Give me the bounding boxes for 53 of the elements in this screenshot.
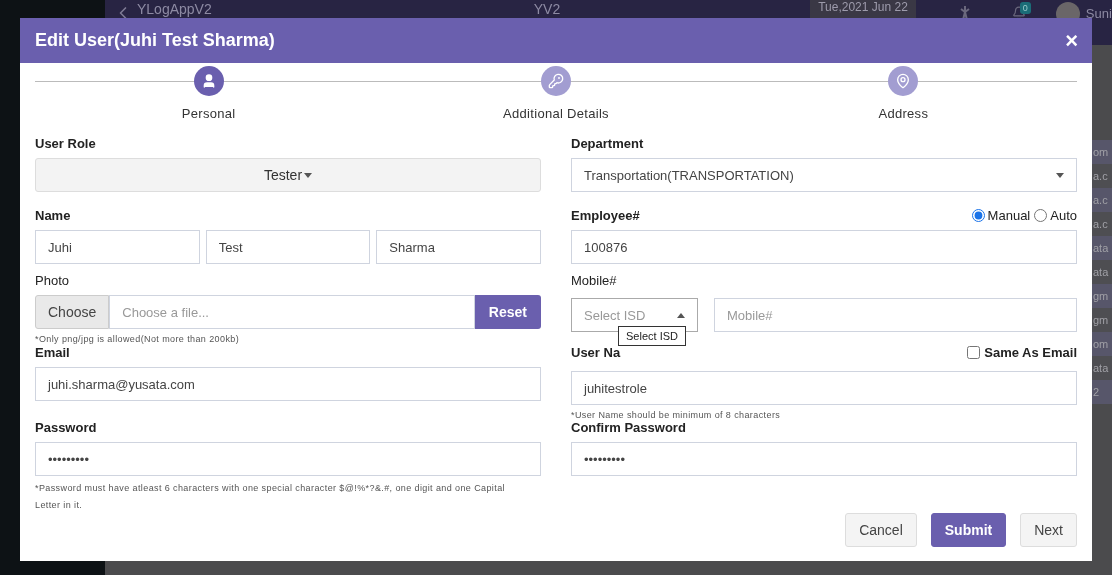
field-label: Employee# bbox=[571, 208, 640, 223]
submit-button[interactable]: Submit bbox=[930, 513, 1007, 547]
password-field[interactable]: ••••••••• bbox=[35, 442, 541, 476]
checkbox-label: Same As Email bbox=[984, 345, 1077, 360]
reset-button[interactable]: Reset bbox=[474, 295, 541, 329]
table-cell: gm bbox=[1092, 284, 1112, 308]
password-hint: *Password must have atleast 6 characters with one special character $@!%*?&.#, one digit and one Capital Letter in it. bbox=[35, 482, 506, 512]
page-title: YV2 bbox=[533, 1, 561, 17]
radio-label: Auto bbox=[1050, 208, 1077, 223]
table-cell: ata bbox=[1092, 236, 1112, 260]
user-name[interactable]: Suni bbox=[1085, 6, 1112, 22]
table-cell: om bbox=[1092, 332, 1112, 356]
table-cell: 2 bbox=[1092, 380, 1112, 404]
dialog-title: Edit User(Juhi Test Sharma) bbox=[35, 30, 275, 51]
table-cell: a.c bbox=[1092, 212, 1112, 236]
tooltip: Select ISD bbox=[618, 326, 686, 346]
table-cell: gm bbox=[1092, 308, 1112, 332]
date-text: Tue,2021 Jun 22 bbox=[818, 0, 908, 14]
table-cell: ata bbox=[1092, 260, 1112, 284]
step-label: Personal bbox=[181, 106, 236, 121]
field-label: Department bbox=[571, 136, 644, 151]
field-label: User Role bbox=[35, 136, 96, 151]
middle-name-field[interactable]: Test bbox=[205, 230, 371, 264]
first-name-field[interactable]: Juhi bbox=[35, 230, 200, 264]
confirm-password-field[interactable]: ••••••••• bbox=[571, 442, 1077, 476]
app-name: YLogAppV2 bbox=[137, 1, 212, 17]
photo-hint: *Only png/jpg is allowed(Not more than 200kb) bbox=[35, 333, 241, 346]
user-name-field[interactable]: juhitestrole bbox=[571, 371, 1077, 405]
email-field[interactable]: juhi.sharma@yusata.com bbox=[35, 367, 541, 401]
field-label: Password bbox=[35, 420, 97, 435]
step-label: Address bbox=[878, 106, 929, 121]
table-cell: om bbox=[1092, 140, 1112, 164]
action-button[interactable]: Next bbox=[1020, 513, 1077, 547]
field-label: Photo bbox=[35, 273, 69, 288]
department-select[interactable]: Transportation(TRANSPORTATION) bbox=[571, 158, 1077, 192]
table-cell: ata bbox=[1092, 356, 1112, 380]
field-label: User Na bbox=[571, 345, 621, 360]
table-cell: a.c bbox=[1092, 164, 1112, 188]
table-cell: a.c bbox=[1092, 188, 1112, 212]
field-label: Name bbox=[35, 208, 71, 223]
role-dropdown[interactable]: Tester bbox=[35, 158, 541, 192]
user-name-hint: *User Name should be minimum of 8 characters bbox=[571, 409, 782, 421]
action-button[interactable]: Cancel bbox=[845, 513, 917, 547]
field-label: Email bbox=[35, 345, 70, 360]
radio-label: Manual bbox=[987, 208, 1031, 223]
step-label: Additional Details bbox=[503, 106, 609, 121]
choose-button[interactable]: Choose bbox=[35, 295, 110, 329]
last-name-field[interactable]: Sharma bbox=[376, 230, 541, 264]
notification-badge: 0 bbox=[1019, 2, 1031, 14]
field-label: Confirm Password bbox=[571, 420, 686, 435]
employee-number-field[interactable]: 100876 bbox=[571, 230, 1077, 264]
field-label: Mobile# bbox=[571, 273, 617, 288]
close-button[interactable]: × bbox=[1065, 27, 1078, 54]
